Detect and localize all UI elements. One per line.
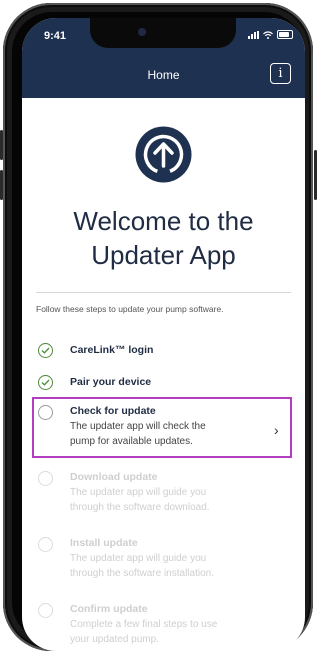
step-status-icon — [38, 537, 53, 552]
welcome-line-2: Updater App — [91, 240, 236, 270]
step-description: through the software installation. — [70, 568, 214, 579]
volume-button — [0, 170, 3, 200]
divider — [36, 292, 291, 293]
step-description: Complete a few final steps to use — [70, 619, 218, 630]
checkmark-icon — [38, 375, 53, 390]
power-button — [314, 150, 317, 200]
step-pair-device[interactable]: Pair your device — [36, 374, 291, 392]
notch — [90, 18, 236, 48]
welcome-heading: Welcome to the Updater App — [22, 204, 305, 272]
step-description: The updater app will guide you — [70, 553, 207, 564]
app-header: 9:41 Home i — [22, 18, 305, 98]
header-title: Home — [147, 68, 180, 82]
step-description: pump for available updates. — [70, 436, 193, 447]
step-description: The updater app will check the — [70, 421, 206, 432]
step-description: your updated pump. — [70, 634, 159, 645]
step-title: Download update — [70, 471, 158, 483]
step-status-icon — [38, 471, 53, 486]
step-title: Check for update — [70, 405, 156, 417]
chevron-right-icon[interactable]: › — [274, 422, 279, 438]
step-carelink-login[interactable]: CareLink™ login — [36, 342, 291, 360]
status-time: 9:41 — [44, 30, 67, 42]
step-confirm-update: Confirm update Complete a few final step… — [36, 602, 291, 650]
checkmark-icon — [38, 343, 53, 358]
info-icon[interactable]: i — [270, 63, 291, 84]
step-install-update: Install update The updater app will guid… — [36, 536, 291, 584]
step-description: through the software download. — [70, 502, 210, 513]
camera-icon — [138, 28, 146, 36]
step-description: The updater app will guide you — [70, 487, 207, 498]
step-title: Confirm update — [70, 603, 148, 615]
step-status-icon — [38, 405, 53, 420]
intro-text: Follow these steps to update your pump s… — [36, 304, 224, 314]
step-check-for-update[interactable]: Check for update The updater app will ch… — [36, 404, 291, 452]
step-download-update: Download update The updater app will gui… — [36, 470, 291, 518]
wifi-icon — [263, 30, 273, 39]
step-status-icon — [38, 603, 53, 618]
battery-icon — [277, 30, 293, 39]
app-screen: 9:41 Home i Welcome to the Updater App F… — [22, 18, 305, 651]
volume-button — [0, 130, 3, 160]
signal-icon — [248, 30, 259, 39]
step-title: CareLink™ login — [70, 344, 154, 356]
welcome-line-1: Welcome to the — [73, 206, 254, 236]
step-title: Install update — [70, 537, 138, 549]
step-title: Pair your device — [70, 376, 152, 388]
upload-arrow-icon — [135, 126, 192, 183]
status-icons — [248, 30, 293, 39]
